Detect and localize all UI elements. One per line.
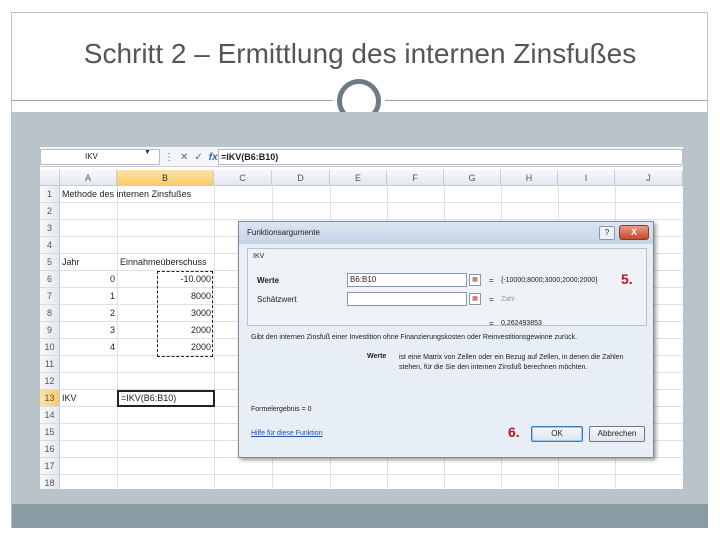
column-header-f[interactable]: F <box>387 170 444 186</box>
equals-sign: = <box>489 319 494 328</box>
column-header-c[interactable]: C <box>214 170 272 186</box>
cell-year[interactable]: 0 <box>60 271 115 288</box>
row-header[interactable]: 8 <box>40 305 60 322</box>
dialog-title: Funktionsargumente <box>239 222 653 244</box>
select-all-corner[interactable] <box>40 170 60 186</box>
argument-description: ist eine Matrix von Zellen oder ein Bezu… <box>399 354 624 371</box>
grid-line <box>60 474 683 475</box>
step-5-annotation: 5. <box>621 271 633 287</box>
close-button[interactable]: X <box>619 225 649 240</box>
slide-title: Schritt 2 – Ermittlung des internen Zins… <box>83 38 637 69</box>
formula-bar-icons: ⋮ ✕ ✓ fx <box>164 149 218 165</box>
cancel-button[interactable]: Abbrechen <box>589 426 645 442</box>
formula-bar: IKV ▼ ⋮ ✕ ✓ fx =IKV(B6:B10) <box>40 147 683 167</box>
row-header[interactable]: 14 <box>40 407 60 424</box>
footer-bar <box>12 504 708 528</box>
column-header-b[interactable]: B <box>117 170 214 186</box>
schaetzwert-label: Schätzwert <box>257 295 297 304</box>
arguments-group <box>247 248 647 326</box>
cell-year[interactable]: 2 <box>60 305 115 322</box>
row-header[interactable]: 3 <box>40 220 60 237</box>
function-name: IKV <box>253 253 265 260</box>
row-header[interactable]: 13 <box>40 390 60 407</box>
column-header-i[interactable]: I <box>558 170 615 186</box>
formula-result: Formelergebnis = 0 <box>251 406 312 413</box>
step-6-annotation: 6. <box>508 424 520 440</box>
cell-year[interactable]: 3 <box>60 322 115 339</box>
selected-range-marquee <box>157 271 213 357</box>
row-header[interactable]: 7 <box>40 288 60 305</box>
active-cell-b13[interactable]: =IKV(B6:B10) <box>117 390 215 407</box>
range-picker-icon[interactable]: ▦ <box>469 274 481 286</box>
column-header-h[interactable]: H <box>501 170 558 186</box>
row-header[interactable]: 5 <box>40 254 60 271</box>
cell-year[interactable]: 1 <box>60 288 115 305</box>
ok-button[interactable]: OK <box>531 426 583 442</box>
column-header-d[interactable]: D <box>272 170 330 186</box>
row-header[interactable]: 9 <box>40 322 60 339</box>
werte-result: {-10000;8000;3000;2000;2000} <box>501 277 598 284</box>
equals-sign: = <box>489 295 494 304</box>
function-description: Gibt den internen Zinsfuß einer Investit… <box>251 334 578 341</box>
separator-icon: ⋮ <box>164 151 174 163</box>
function-arguments-dialog: Funktionsargumente ? X IKV Werte B6:B10 … <box>238 221 654 458</box>
werte-input[interactable]: B6:B10 <box>347 273 467 287</box>
cell-a5[interactable]: Jahr <box>62 254 80 271</box>
row-header[interactable]: 15 <box>40 424 60 441</box>
equals-sign: = <box>489 276 494 285</box>
formula-input[interactable]: =IKV(B6:B10) <box>218 149 683 165</box>
werte-label: Werte <box>257 276 280 285</box>
cell-a13[interactable]: IKV <box>62 390 77 407</box>
column-header-j[interactable]: J <box>615 170 683 186</box>
row-header[interactable]: 4 <box>40 237 60 254</box>
cell-year[interactable]: 4 <box>60 339 115 356</box>
name-box[interactable]: IKV <box>40 149 160 165</box>
function-result: 0,262493853 <box>501 320 542 327</box>
schaetzwert-input[interactable] <box>347 292 467 306</box>
help-button[interactable]: ? <box>599 226 615 240</box>
row-header[interactable]: 17 <box>40 458 60 475</box>
argument-label: Werte <box>367 353 387 360</box>
range-picker-icon[interactable]: ▦ <box>469 293 481 305</box>
column-header-a[interactable]: A <box>60 170 117 186</box>
fx-icon[interactable]: fx <box>209 152 218 163</box>
row-header[interactable]: 18 <box>40 475 60 489</box>
column-header-e[interactable]: E <box>330 170 387 186</box>
chevron-down-icon[interactable]: ▼ <box>144 149 151 156</box>
row-header[interactable]: 6 <box>40 271 60 288</box>
row-header[interactable]: 12 <box>40 373 60 390</box>
row-header[interactable]: 1 <box>40 186 60 203</box>
help-link[interactable]: Hilfe für diese Funktion <box>251 430 323 437</box>
schaetzwert-result: Zahl <box>501 296 515 303</box>
row-header[interactable]: 10 <box>40 339 60 356</box>
cancel-x-icon[interactable]: ✕ <box>180 152 188 163</box>
cell-b5[interactable]: Einnahmeüberschuss <box>120 254 207 271</box>
row-header[interactable]: 2 <box>40 203 60 220</box>
row-header[interactable]: 11 <box>40 356 60 373</box>
cell-a1[interactable]: Methode des internen Zinsfußes <box>62 186 191 203</box>
grid-line <box>60 219 683 220</box>
row-header[interactable]: 16 <box>40 441 60 458</box>
slide: Schritt 2 – Ermittlung des internen Zins… <box>0 0 720 540</box>
confirm-check-icon[interactable]: ✓ <box>194 152 202 163</box>
column-header-g[interactable]: G <box>444 170 501 186</box>
